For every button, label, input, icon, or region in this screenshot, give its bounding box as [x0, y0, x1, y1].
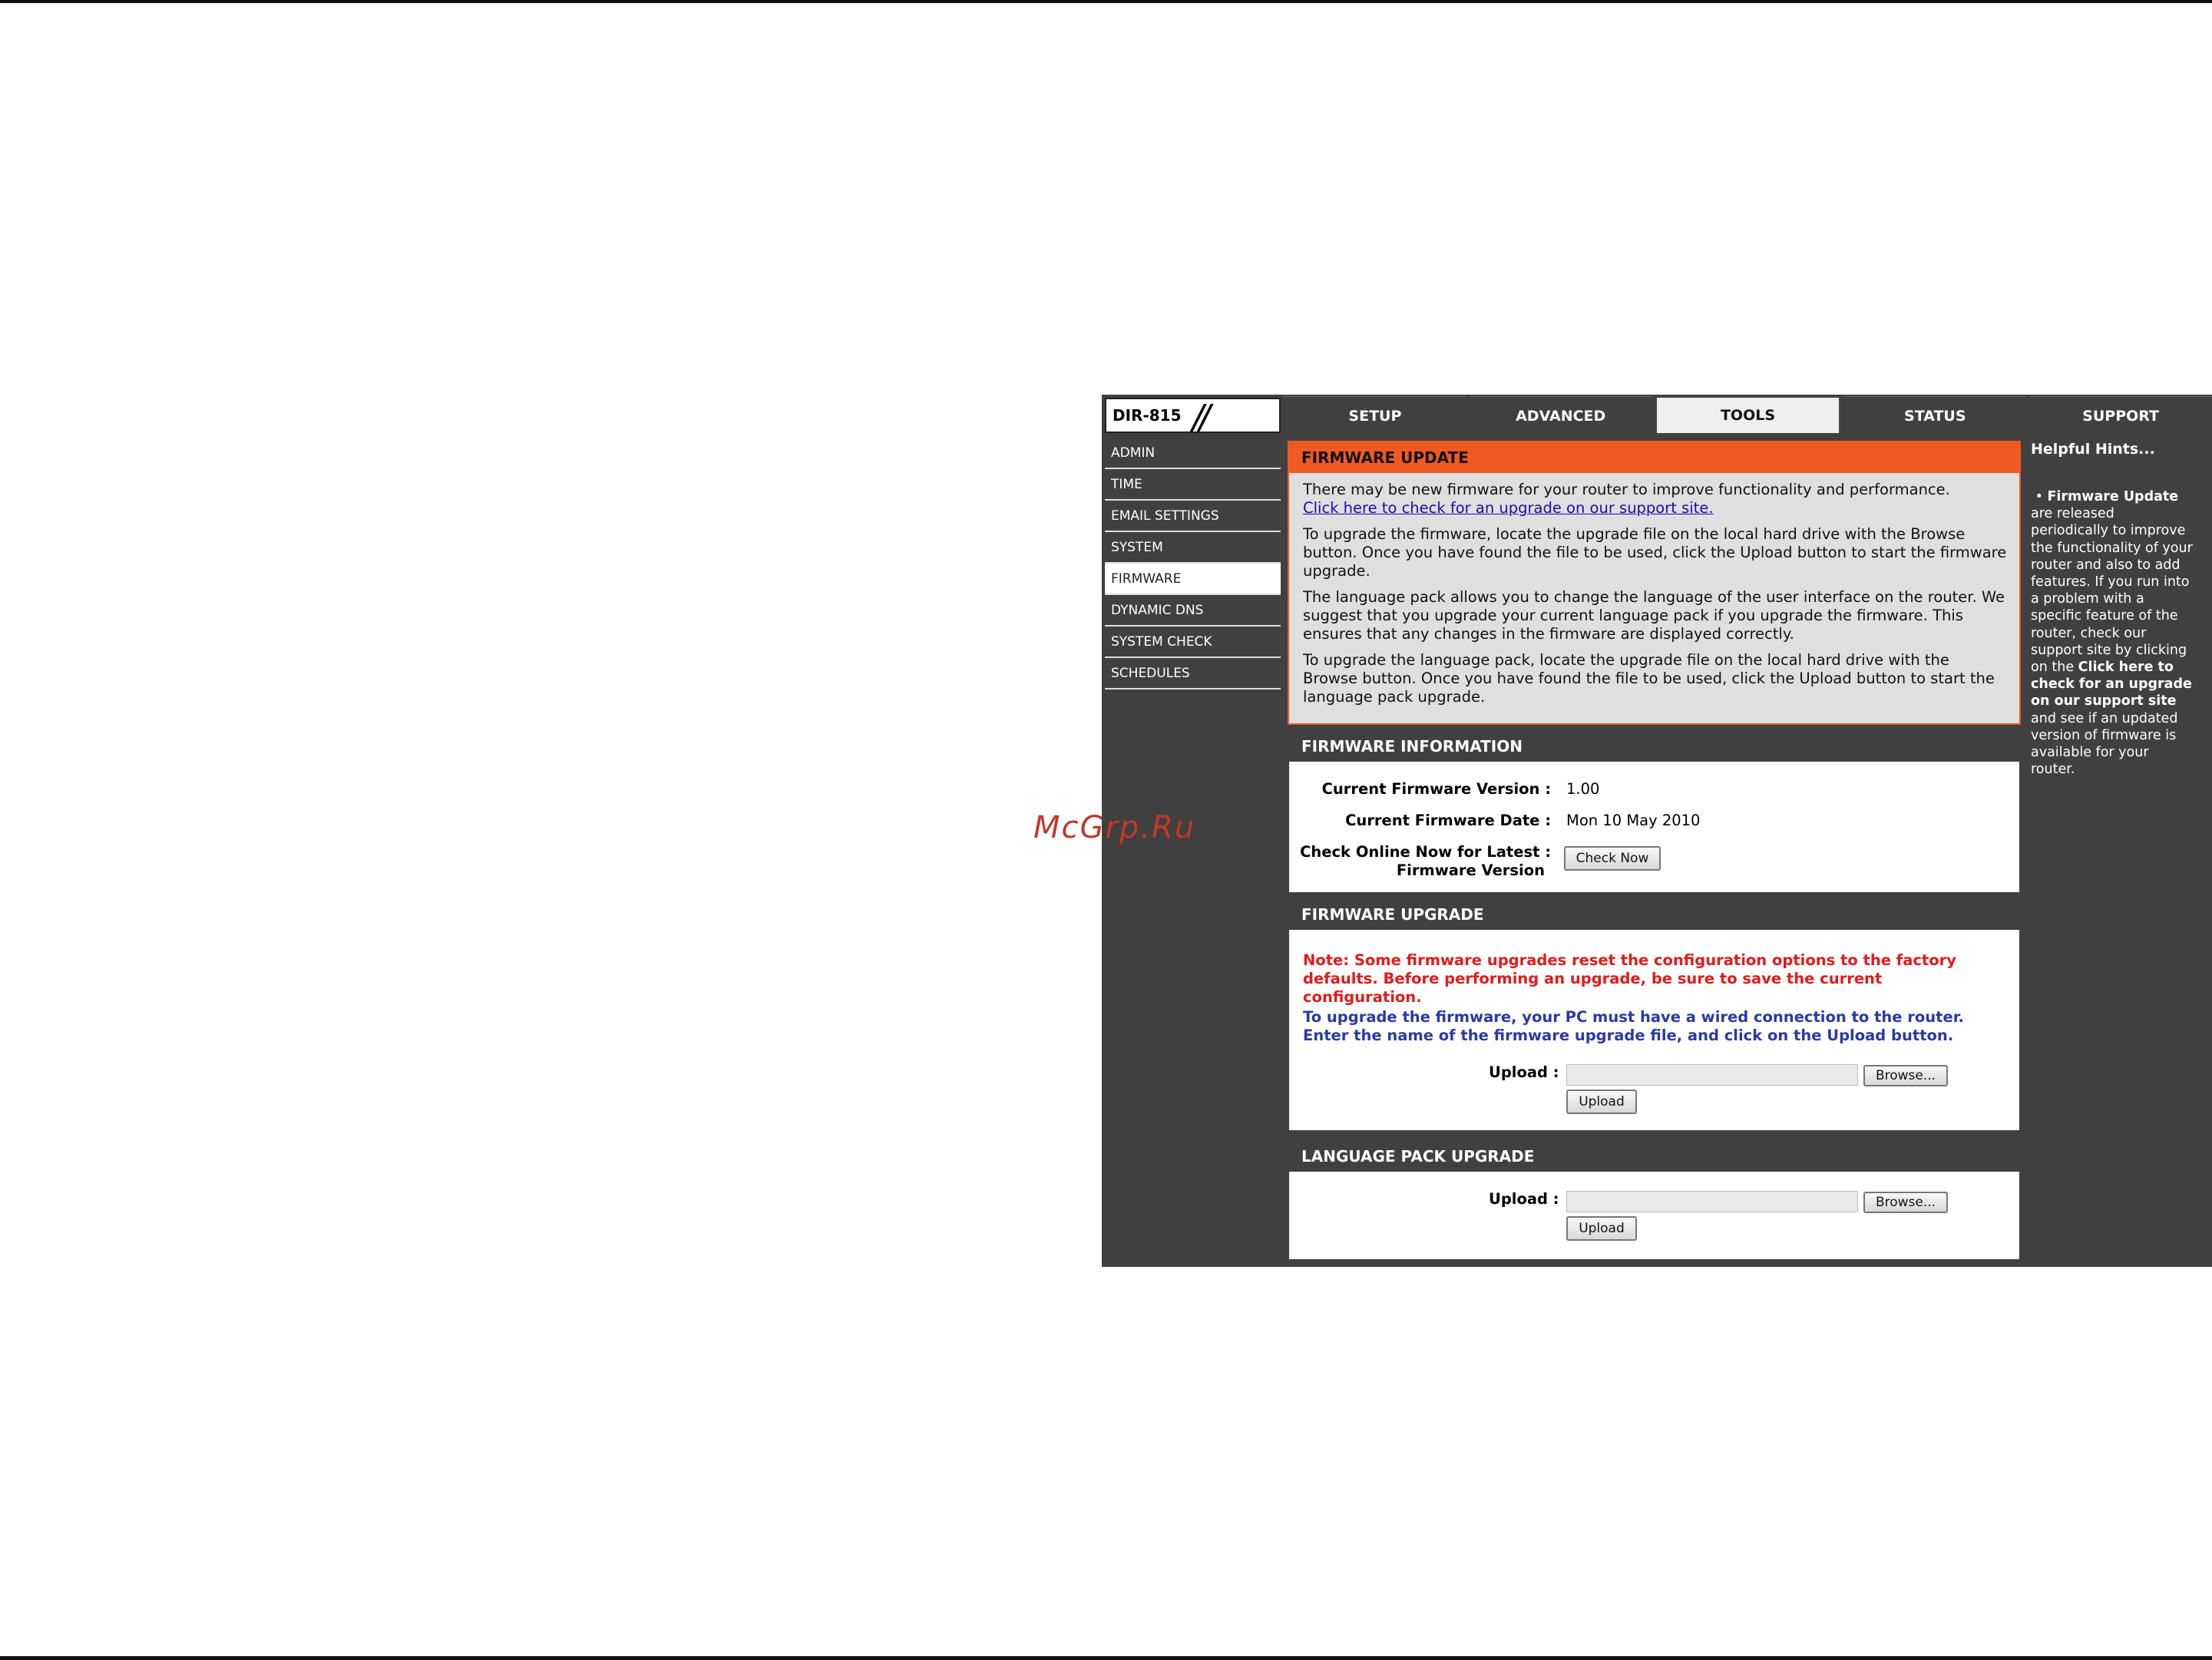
- sidebar-item-system[interactable]: SYSTEM: [1105, 532, 1281, 564]
- sidebar: ADMIN TIME EMAIL SETTINGS SYSTEM FIRMWAR…: [1105, 438, 1281, 689]
- top-rule: [0, 0, 2212, 3]
- panel-title: FIRMWARE UPDATE: [1289, 442, 2019, 473]
- date-value: Mon 10 May 2010: [1566, 812, 1701, 829]
- bottom-rule: [0, 1656, 2212, 1660]
- sidebar-item-firmware[interactable]: FIRMWARE: [1105, 564, 1281, 595]
- language-pack-instructions: To upgrade the language pack, locate the…: [1303, 651, 1995, 706]
- upload-label: Upload :: [1489, 1190, 1559, 1208]
- product-logo: DIR-815 //: [1105, 398, 1281, 437]
- helpful-hints: Helpful Hints... • Firmware Update are r…: [2027, 438, 2196, 778]
- version-value: 1.00: [1566, 780, 1600, 798]
- sidebar-item-dynamic-dns[interactable]: DYNAMIC DNS: [1105, 595, 1281, 627]
- version-label: Current Firmware Version :: [1321, 780, 1551, 798]
- firmware-update-panel: FIRMWARE UPDATE There may be new firmwar…: [1288, 441, 2021, 725]
- upload-button[interactable]: Upload: [1566, 1216, 1637, 1241]
- sidebar-item-time[interactable]: TIME: [1105, 469, 1281, 501]
- hints-bullet-title: Firmware Update: [2047, 489, 2179, 504]
- sidebar-item-admin[interactable]: ADMIN: [1105, 438, 1281, 469]
- tab-setup[interactable]: SETUP: [1284, 396, 1466, 435]
- top-tabs: SETUP ADVANCED TOOLS STATUS SUPPORT: [1284, 396, 2212, 435]
- firmware-upgrade-panel: FIRMWARE UPGRADE Note: Some firmware upg…: [1288, 898, 2021, 1132]
- sidebar-item-system-check[interactable]: SYSTEM CHECK: [1105, 627, 1281, 658]
- sidebar-item-email-settings[interactable]: EMAIL SETTINGS: [1105, 501, 1281, 532]
- hints-title: Helpful Hints...: [2031, 441, 2155, 458]
- tab-support[interactable]: SUPPORT: [2029, 396, 2212, 435]
- check-now-button[interactable]: Check Now: [1564, 846, 1661, 871]
- check-online-label-2: Firmware Version: [1396, 861, 1545, 879]
- bullet-icon: •: [2031, 489, 2048, 504]
- browse-button[interactable]: Browse...: [1863, 1192, 1948, 1213]
- logo-slash-icon: //: [1192, 398, 1211, 437]
- sidebar-item-schedules[interactable]: SCHEDULES: [1105, 658, 1281, 689]
- panel-title: LANGUAGE PACK UPGRADE: [1289, 1141, 2019, 1172]
- language-pack-info: The language pack allows you to change t…: [1303, 588, 2005, 643]
- tab-status[interactable]: STATUS: [1843, 396, 2027, 435]
- browse-button[interactable]: Browse...: [1863, 1065, 1948, 1086]
- date-label: Current Firmware Date :: [1345, 812, 1551, 829]
- support-site-link[interactable]: Click here to check for an upgrade on ou…: [1303, 499, 2007, 518]
- warning-note: Note: Some firmware upgrades reset the c…: [1303, 951, 1956, 1006]
- language-file-input[interactable]: [1566, 1191, 1858, 1212]
- panel-title: FIRMWARE UPGRADE: [1289, 899, 2019, 930]
- firmware-instructions: To upgrade the firmware, locate the upgr…: [1303, 525, 2007, 580]
- hints-body: • Firmware Update are released periodica…: [2031, 488, 2196, 778]
- hints-text-2: and see if an updated version of firmwar…: [2031, 710, 2178, 778]
- firmware-information-panel: FIRMWARE INFORMATION Current Firmware Ve…: [1288, 729, 2021, 894]
- upload-button[interactable]: Upload: [1566, 1090, 1637, 1114]
- upload-label: Upload :: [1489, 1063, 1559, 1081]
- intro-text: There may be new firmware for your route…: [1303, 481, 1950, 498]
- wired-connection-note: To upgrade the firmware, your PC must ha…: [1303, 1008, 1964, 1044]
- check-online-label: Check Online Now for Latest :: [1300, 843, 1551, 861]
- model-name: DIR-815: [1113, 406, 1182, 425]
- hints-text-1: are released periodically to improve the…: [2031, 506, 2193, 676]
- tab-advanced[interactable]: ADVANCED: [1469, 396, 1652, 435]
- panel-title: FIRMWARE INFORMATION: [1289, 731, 2019, 762]
- firmware-file-input[interactable]: [1566, 1064, 1858, 1086]
- tab-tools[interactable]: TOOLS: [1655, 396, 1841, 435]
- watermark: McGrp.Ru: [1033, 810, 1196, 845]
- language-pack-upgrade-panel: LANGUAGE PACK UPGRADE Upload : Browse...…: [1288, 1139, 2021, 1261]
